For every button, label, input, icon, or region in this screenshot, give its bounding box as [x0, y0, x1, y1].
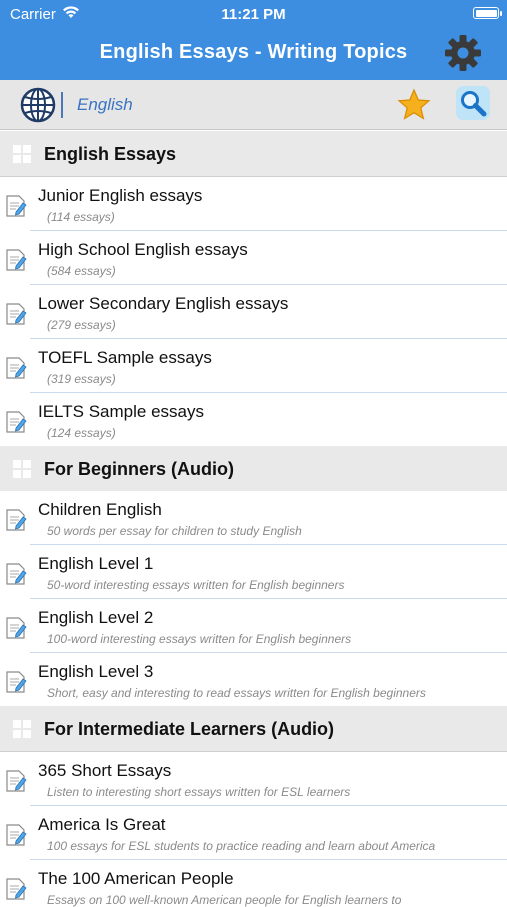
section-title: English Essays — [44, 144, 177, 164]
item-title: English Level 2 — [38, 608, 154, 627]
list-item[interactable]: TOEFL Sample essays (319 essays) — [0, 339, 507, 393]
item-title: The 100 American People — [38, 869, 234, 888]
document-edit-icon — [6, 195, 27, 217]
document-edit-icon — [6, 671, 27, 693]
section-header-english-essays: English Essays — [0, 131, 507, 177]
list-item[interactable]: Lower Secondary English essays (279 essa… — [0, 285, 507, 339]
battery-icon — [473, 7, 502, 19]
document-edit-icon — [6, 617, 27, 639]
language-toolbar: English — [0, 80, 507, 130]
document-edit-icon — [6, 824, 27, 846]
document-edit-icon — [6, 357, 27, 379]
item-title: High School English essays — [38, 240, 248, 259]
item-title: Junior English essays — [38, 186, 203, 205]
item-subtitle: Short, easy and interesting to read essa… — [47, 686, 426, 700]
item-title: Children English — [38, 500, 162, 519]
section-header-for-beginners: For Beginners (Audio) — [0, 446, 507, 492]
list-item[interactable]: English Level 3 Short, easy and interest… — [0, 653, 507, 707]
item-title: 365 Short Essays — [38, 761, 172, 780]
section-title: For Intermediate Learners (Audio) — [44, 719, 335, 739]
globe-icon[interactable] — [20, 87, 56, 123]
item-subtitle: (279 essays) — [47, 318, 116, 332]
item-subtitle: (124 essays) — [47, 426, 116, 440]
item-subtitle: (584 essays) — [47, 264, 116, 278]
page-title: English Essays - Writing Topics — [99, 41, 408, 63]
list-item[interactable]: English Level 2 100-word interesting ess… — [0, 599, 507, 653]
list-item[interactable]: IELTS Sample essays (124 essays) — [0, 393, 507, 447]
item-subtitle: 100-word interesting essays written for … — [47, 632, 352, 646]
document-edit-icon — [6, 770, 27, 792]
grid-icon — [13, 460, 31, 478]
document-edit-icon — [6, 249, 27, 271]
status-bar: Carrier 11:21 PM — [0, 0, 507, 26]
item-subtitle: (319 essays) — [47, 372, 116, 386]
item-title: Lower Secondary English essays — [38, 294, 289, 313]
item-subtitle: Listen to interesting short essays writt… — [47, 785, 351, 799]
item-subtitle: 50-word interesting essays written for E… — [47, 578, 345, 592]
item-title: English Level 1 — [38, 554, 154, 573]
language-divider — [61, 92, 63, 118]
item-title: TOEFL Sample essays — [38, 348, 212, 367]
language-selector[interactable]: English — [77, 95, 133, 115]
item-title: English Level 3 — [38, 662, 154, 681]
list-item[interactable]: Children English 50 words per essay for … — [0, 491, 507, 545]
item-subtitle: (114 essays) — [47, 210, 115, 224]
list-item[interactable]: English Level 1 50-word interesting essa… — [0, 545, 507, 599]
grid-icon — [13, 145, 31, 163]
list-item[interactable]: High School English essays (584 essays) — [0, 231, 507, 285]
document-edit-icon — [6, 878, 27, 900]
navigation-bar: English Essays - Writing Topics — [0, 26, 507, 80]
grid-icon — [13, 720, 31, 738]
item-title: IELTS Sample essays — [38, 402, 204, 421]
settings-gear-icon[interactable] — [443, 33, 483, 73]
item-subtitle: 100 essays for ESL students to practice … — [47, 839, 436, 853]
document-edit-icon — [6, 509, 27, 531]
item-title: America Is Great — [38, 815, 166, 834]
item-subtitle: Essays on 100 well-known American people… — [47, 893, 402, 907]
item-subtitle: 50 words per essay for children to study… — [47, 524, 302, 538]
list-item[interactable]: Junior English essays (114 essays) — [0, 177, 507, 231]
favorites-star-icon[interactable] — [397, 88, 431, 122]
list-item[interactable]: 365 Short Essays Listen to interesting s… — [0, 752, 507, 806]
list-item[interactable]: America Is Great 100 essays for ESL stud… — [0, 806, 507, 860]
search-icon[interactable] — [456, 86, 490, 120]
list-item[interactable]: The 100 American People Essays on 100 we… — [0, 860, 507, 907]
document-edit-icon — [6, 563, 27, 585]
document-edit-icon — [6, 303, 27, 325]
section-header-for-intermediate-learners: For Intermediate Learners (Audio) — [0, 706, 507, 752]
section-title: For Beginners (Audio) — [44, 459, 234, 479]
clock: 11:21 PM — [221, 6, 286, 23]
document-edit-icon — [6, 411, 27, 433]
